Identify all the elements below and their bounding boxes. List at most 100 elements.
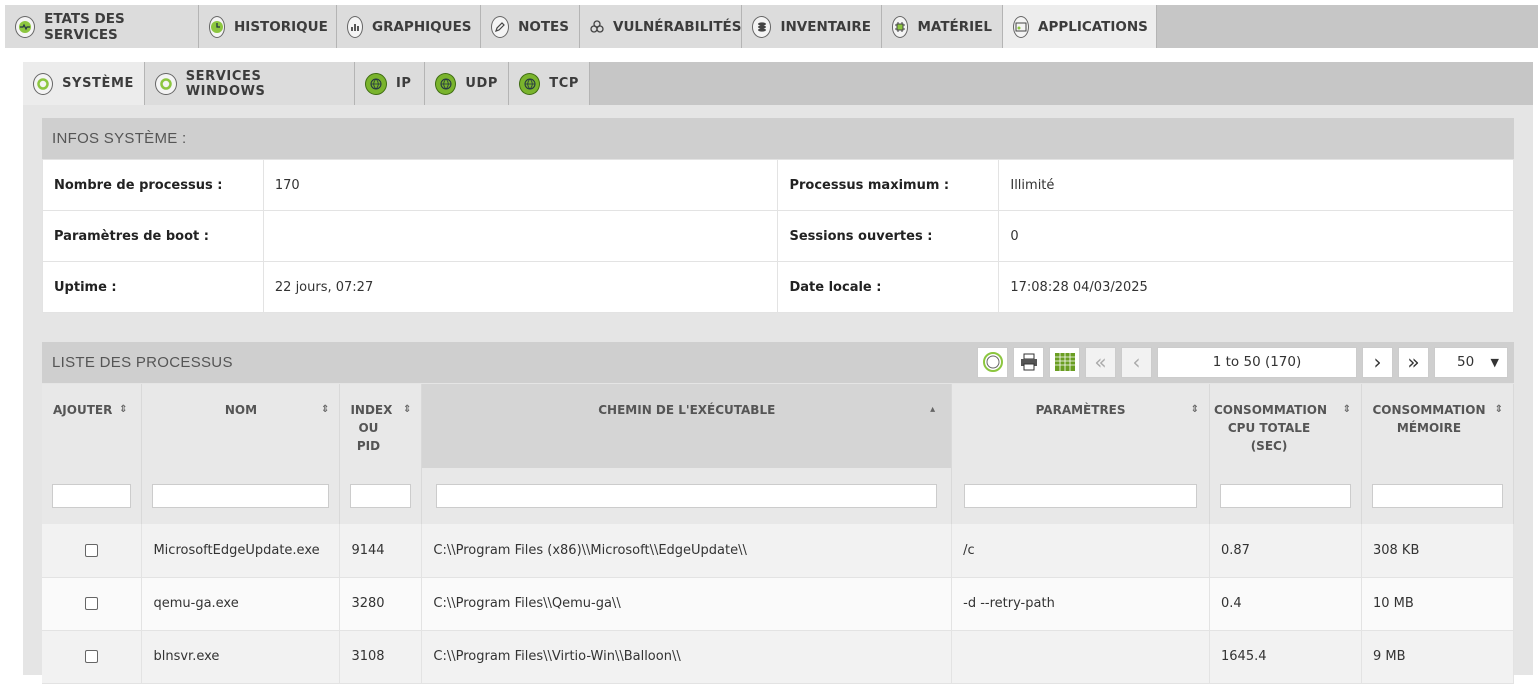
table-row: MicrosoftEdgeUpdate.exe 9144 C:\\Program… (42, 524, 1515, 578)
filter-cell (339, 468, 423, 524)
filter-cell (951, 468, 1210, 524)
table-row: qemu-ga.exe 3280 C:\\Program Files\\Qemu… (42, 577, 1515, 631)
info-value (262, 210, 779, 262)
applications-window-icon (1013, 15, 1029, 38)
process-pid: 3108 (339, 630, 423, 684)
info-value: 170 (262, 159, 779, 211)
chevron-right-icon: › (1373, 350, 1382, 374)
filter-cell (1361, 468, 1515, 524)
subtab-udp[interactable]: UDP (425, 62, 509, 105)
process-cpu: 0.4 (1209, 577, 1362, 631)
tab-materiel[interactable]: MATÉRIEL (882, 5, 1003, 48)
subtab-systeme[interactable]: SYSTÈME (23, 62, 145, 105)
table-row: blnsvr.exe 3108 C:\\Program Files\\Virti… (42, 630, 1515, 684)
filter-parametres-input[interactable] (964, 484, 1197, 508)
subtab-services-windows[interactable]: SERVICES WINDOWS (145, 62, 355, 105)
column-header-index-pid[interactable]: INDEX OU PID ⇕ (339, 384, 423, 468)
biohazard-icon (590, 16, 604, 38)
process-path: C:\\Program Files\\Qemu-ga\\ (421, 577, 953, 631)
row-checkbox-cell (42, 577, 143, 631)
process-pid: 3280 (339, 577, 423, 631)
sort-icon: ⇕ (119, 404, 128, 415)
pencil-icon (491, 15, 510, 38)
filter-ajouter-input[interactable] (52, 484, 132, 508)
bar-chart-icon (347, 15, 363, 38)
process-list-toolbar: « ‹ 1 to 50 (170) › » 50 ▼ (977, 346, 1508, 378)
process-params: -d --retry-path (951, 577, 1210, 631)
last-page-button[interactable]: » (1398, 346, 1429, 378)
tab-vulnerabilites[interactable]: VULNÉRABILITÉS (580, 5, 742, 48)
sort-icon: ⇕ (1342, 404, 1351, 415)
sort-asc-icon: ▴ (930, 404, 936, 415)
filter-chemin-input[interactable] (436, 484, 938, 508)
column-header-chemin[interactable]: CHEMIN DE L'EXÉCUTABLE ▴ (421, 384, 953, 468)
info-label: Nombre de processus : (42, 159, 264, 211)
subtab-ip[interactable]: IP (355, 62, 425, 105)
columns-button[interactable] (1049, 346, 1080, 378)
filter-memoire-input[interactable] (1371, 484, 1503, 508)
info-label: Processus maximum : (777, 159, 1000, 211)
process-mem: 9 MB (1361, 630, 1515, 684)
double-chevron-left-icon: « (1094, 350, 1107, 374)
globe-icon (519, 72, 541, 95)
tab-etats-des-services[interactable]: ETATS DES SERVICES (5, 5, 199, 48)
sort-icon: ⇕ (321, 404, 330, 415)
filter-nom-input[interactable] (152, 484, 330, 508)
info-label: Date locale : (777, 261, 1000, 313)
page-size-value: 50 (1457, 354, 1475, 370)
infos-systeme-table: Nombre de processus : 170 Processus maxi… (42, 159, 1514, 313)
tab-applications[interactable]: APPLICATIONS (1003, 5, 1157, 48)
column-header-memoire[interactable]: CONSOMMATION MÉMOIRE ⇕ (1361, 384, 1515, 468)
info-label: Uptime : (42, 261, 264, 313)
process-cpu: 0.87 (1209, 524, 1362, 578)
first-page-button[interactable]: « (1085, 346, 1116, 378)
row-checkbox-cell (42, 524, 143, 578)
filter-cpu-input[interactable] (1220, 484, 1351, 508)
info-row: Uptime : 22 jours, 07:27 Date locale : 1… (42, 261, 1514, 313)
next-page-button[interactable]: › (1362, 346, 1393, 378)
column-header-ajouter[interactable]: AJOUTER ⇕ (42, 384, 143, 468)
filter-cell (141, 468, 341, 524)
process-path: C:\\Program Files\\Virtio-Win\\Balloon\\ (421, 630, 953, 684)
row-checkbox[interactable] (85, 543, 99, 557)
filter-pid-input[interactable] (350, 484, 412, 508)
print-button[interactable] (1013, 346, 1044, 378)
chip-icon (892, 15, 909, 38)
tab-graphiques[interactable]: GRAPHIQUES (337, 5, 481, 48)
info-label: Paramètres de boot : (42, 210, 264, 262)
pagination-status[interactable]: 1 to 50 (170) (1157, 346, 1357, 378)
row-checkbox[interactable] (85, 650, 99, 663)
printer-icon (1020, 353, 1037, 371)
filter-cell (1209, 468, 1362, 524)
subtab-tcp[interactable]: TCP (509, 62, 590, 105)
sort-icon: ⇕ (1494, 404, 1503, 415)
filter-row (42, 468, 1515, 524)
gear-icon (155, 72, 177, 95)
row-checkbox[interactable] (85, 597, 99, 610)
sub-tab-bar: SYSTÈME SERVICES WINDOWS IP UDP TCP (23, 62, 1533, 105)
refresh-button[interactable] (977, 346, 1008, 378)
process-name: qemu-ga.exe (141, 577, 341, 631)
tab-notes[interactable]: NOTES (481, 5, 580, 48)
grid-columns-icon (1054, 353, 1075, 371)
process-name: blnsvr.exe (141, 630, 341, 684)
info-value: 0 (998, 210, 1514, 262)
tab-inventaire[interactable]: INVENTAIRE (742, 5, 882, 48)
database-icon (752, 15, 772, 38)
tab-historique[interactable]: HISTORIQUE (199, 5, 337, 48)
sort-icon: ⇕ (403, 404, 412, 415)
info-value: 22 jours, 07:27 (262, 261, 779, 313)
column-header-nom[interactable]: NOM ⇕ (141, 384, 341, 468)
column-header-cpu[interactable]: CONSOMMATION CPU TOTALE (SEC) ⇕ (1209, 384, 1362, 468)
info-label: Sessions ouvertes : (777, 210, 1000, 262)
process-mem: 10 MB (1361, 577, 1515, 631)
filter-cell (421, 468, 953, 524)
info-value: Illimité (998, 159, 1514, 211)
heartbeat-icon (15, 15, 36, 38)
sort-icon: ⇕ (1190, 404, 1199, 415)
refresh-icon (982, 352, 1003, 372)
column-header-parametres[interactable]: PARAMÈTRES ⇕ (951, 384, 1210, 468)
previous-page-button[interactable]: ‹ (1121, 346, 1152, 378)
info-value: 17:08:28 04/03/2025 (998, 261, 1514, 313)
page-size-select[interactable]: 50 ▼ (1434, 346, 1508, 378)
